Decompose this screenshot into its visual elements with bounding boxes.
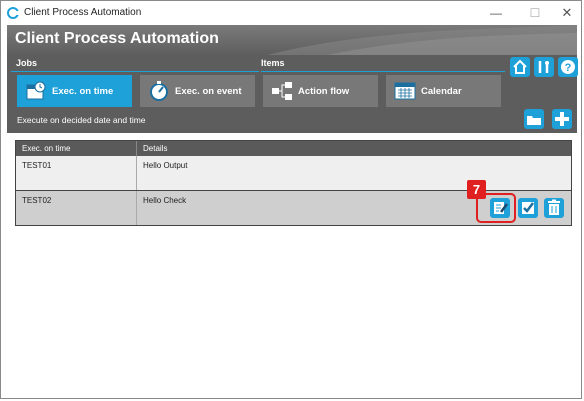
stopwatch-icon [150,81,168,101]
calendar-label: Calendar [421,86,462,97]
group-label-jobs: Jobs [16,58,38,68]
group-label-items: Items [261,58,285,68]
column-separator [136,141,137,156]
window-title: Client Process Automation [24,7,142,18]
exec-on-event-label: Exec. on event [175,86,242,97]
callout-step-number: 7 [467,180,486,199]
column-header-details[interactable]: Details [143,144,167,153]
calendar-icon [394,82,416,100]
enable-check-icon[interactable] [518,198,538,218]
column-header-exec-on-time[interactable]: Exec. on time [22,144,70,153]
help-icon[interactable]: ? [558,57,578,77]
title-bar: Client Process Automation — ☐ ✕ [1,1,581,25]
row-details: Hello Check [143,196,187,205]
tools-icon[interactable] [534,57,554,77]
column-separator [136,156,137,190]
minimize-button[interactable]: — [481,3,511,23]
table-header: Exec. on time Details [16,141,571,156]
close-button[interactable]: ✕ [552,3,581,23]
table-row[interactable]: TEST01 Hello Output [16,156,571,191]
exec-on-event-button[interactable]: Exec. on event [140,75,255,107]
action-flow-label: Action flow [298,86,350,97]
add-icon[interactable] [552,109,572,129]
app-header: Client Process Automation [7,25,577,55]
app-window: Client Process Automation — ☐ ✕ Client P… [0,0,582,399]
exec-on-time-button[interactable]: Exec. on time [17,75,132,107]
maximize-button[interactable]: ☐ [520,3,550,23]
status-text: Execute on decided date and time [17,115,146,125]
row-details: Hello Output [143,161,188,170]
ribbon-toolbar: Jobs Items Exec. on time Exec. on event [7,55,578,133]
home-icon[interactable] [510,57,530,77]
group-divider-items [261,71,505,72]
calendar-button[interactable]: Calendar [386,75,501,107]
open-folder-icon[interactable] [524,109,544,129]
group-divider-jobs [11,71,259,72]
header-swoosh-decoration [267,25,577,55]
page-title: Client Process Automation [15,30,219,47]
clock-schedule-icon [26,81,46,100]
row-name: TEST01 [22,161,52,170]
flowchart-icon [272,82,292,100]
exec-on-time-label: Exec. on time [52,86,114,97]
svg-text:?: ? [565,62,572,74]
app-logo-icon [7,7,20,19]
action-flow-button[interactable]: Action flow [263,75,378,107]
column-separator [136,191,137,225]
row-name: TEST02 [22,196,52,205]
delete-trash-icon[interactable] [544,198,564,218]
